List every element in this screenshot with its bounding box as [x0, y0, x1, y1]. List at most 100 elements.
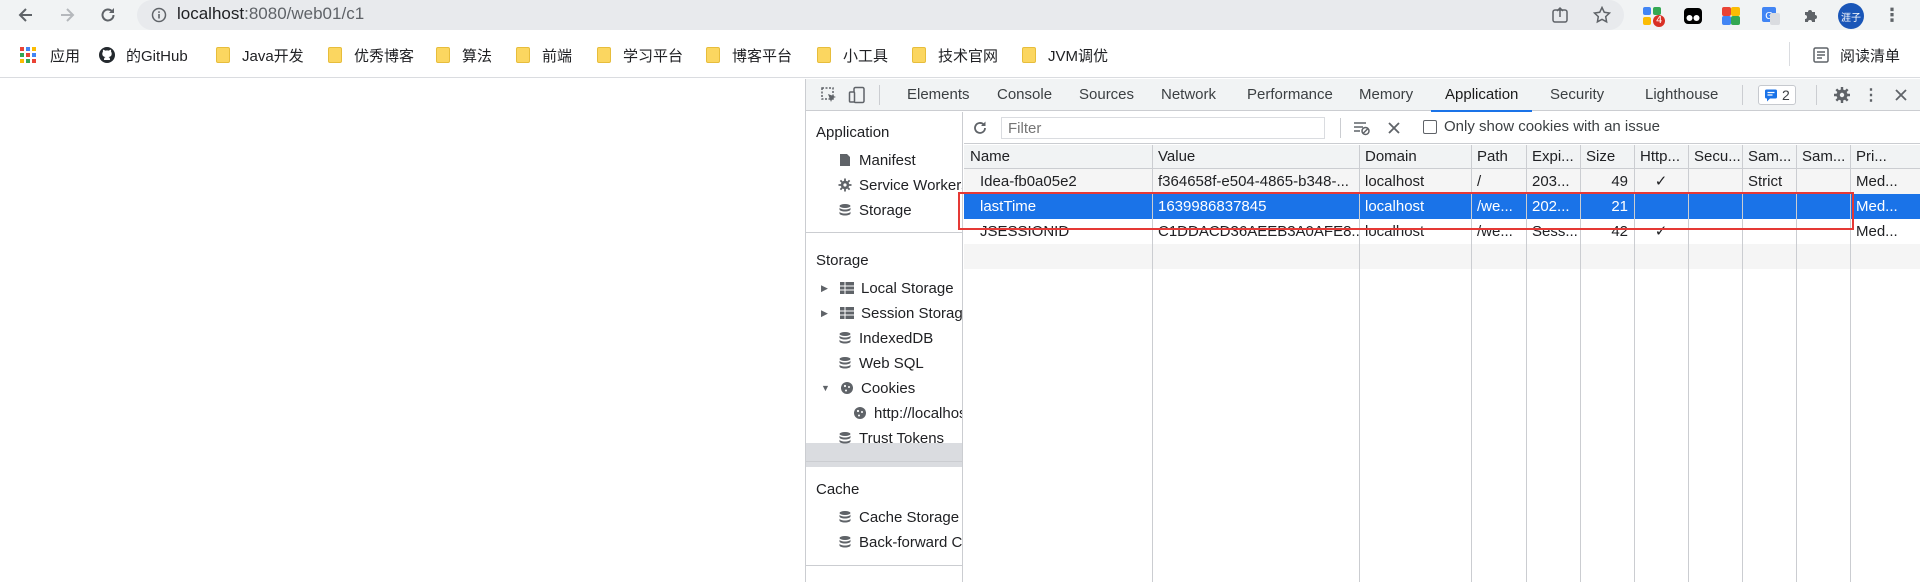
refresh-icon[interactable] — [968, 116, 992, 140]
column-header-domain[interactable]: Domain — [1359, 145, 1471, 169]
database-icon — [837, 430, 853, 446]
bookmark-folder-learning[interactable]: 学习平台 — [597, 44, 683, 66]
cell-priority: Med... — [1856, 173, 1898, 190]
share-icon[interactable] — [1548, 3, 1572, 27]
bookmark-folder-java[interactable]: Java开发 — [216, 44, 304, 66]
tab-performance[interactable]: Performance — [1247, 79, 1333, 111]
toolbar-separator — [1340, 118, 1341, 138]
url-path: :8080/web01/c1 — [244, 4, 365, 23]
apps-grid-icon — [20, 47, 36, 63]
close-devtools-icon[interactable] — [1889, 83, 1913, 107]
issues-counter-button[interactable]: 2 — [1758, 85, 1796, 105]
tab-network[interactable]: Network — [1161, 79, 1216, 111]
cookie-filter-input[interactable] — [1001, 117, 1325, 139]
address-bar[interactable]: localhost:8080/web01/c1 — [137, 0, 1624, 30]
profile-avatar[interactable]: 涯子 — [1838, 3, 1864, 29]
sidebar-item-cache-storage[interactable]: Cache Storage — [837, 505, 959, 529]
bookmark-label: Java开发 — [242, 47, 304, 65]
inspect-element-icon[interactable] — [817, 83, 841, 107]
sidebar-item-cookie-origin[interactable]: http://localhost:8080 — [852, 401, 962, 425]
column-header-samesite[interactable]: Sam... — [1742, 145, 1796, 169]
bookmark-folder-official-sites[interactable]: 技术官网 — [912, 44, 998, 66]
column-header-http[interactable]: Http... — [1634, 145, 1688, 169]
extension-badge-count: 4 — [1653, 15, 1666, 27]
settings-gear-icon[interactable] — [1830, 83, 1854, 107]
color-extension-icon[interactable] — [1718, 3, 1744, 29]
tab-memory[interactable]: Memory — [1359, 79, 1413, 111]
folder-icon — [706, 47, 720, 63]
sidebar-item-label: Cache Storage — [859, 508, 960, 526]
tampermonkey-icon[interactable] — [1680, 3, 1706, 29]
browser-menu-icon[interactable]: ⋮ — [1880, 3, 1904, 27]
sidebar-item-web-sql[interactable]: Web SQL — [837, 351, 924, 375]
tab-lighthouse[interactable]: Lighthouse — [1645, 79, 1718, 111]
forward-arrow-icon[interactable] — [53, 1, 81, 29]
bookmark-apps[interactable]: 应用 — [20, 44, 80, 66]
bookmark-folder-blog-platforms[interactable]: 博客平台 — [706, 44, 792, 66]
sidebar-item-service-workers[interactable]: Service Workers — [837, 173, 962, 197]
bookmarks-bar: 应用 的GitHub Java开发 优秀博客 算法 前端 学习平台 博客平台 小… — [0, 30, 1920, 78]
sidebar-item-manifest[interactable]: Manifest — [837, 148, 916, 172]
tab-elements[interactable]: Elements — [907, 79, 970, 111]
tabbar-separator — [1816, 85, 1817, 105]
device-toolbar-icon[interactable] — [845, 83, 869, 107]
bookmark-folder-frontend[interactable]: 前端 — [516, 44, 572, 66]
column-header-value[interactable]: Value — [1152, 145, 1359, 169]
clear-filtered-cookies-icon[interactable] — [1350, 116, 1374, 140]
cell-sameparty — [1796, 169, 1850, 194]
bookmarks-divider — [1789, 42, 1790, 66]
column-header-priority[interactable]: Pri... — [1850, 145, 1920, 169]
folder-icon — [817, 47, 831, 63]
extensions-puzzle-icon[interactable] — [1798, 3, 1824, 29]
sidebar-item-cookies[interactable]: ▼ Cookies — [821, 376, 915, 400]
tab-console[interactable]: Console — [997, 79, 1052, 111]
bookmark-folder-tools[interactable]: 小工具 — [817, 44, 888, 66]
customize-menu-icon[interactable]: ⋮ — [1859, 83, 1883, 107]
bookmark-label: 小工具 — [843, 47, 889, 65]
expand-triangle-icon[interactable]: ▶ — [821, 308, 831, 319]
delete-selected-icon[interactable] — [1382, 116, 1406, 140]
sidebar-item-label: Storage — [859, 201, 912, 219]
reload-icon[interactable] — [94, 1, 122, 29]
tab-security[interactable]: Security — [1550, 79, 1604, 111]
checkbox-box[interactable] — [1423, 119, 1437, 134]
only-issues-label: Only show cookies with an issue — [1444, 118, 1660, 135]
sidebar-item-indexeddb[interactable]: IndexedDB — [837, 326, 933, 350]
bookmark-folder-blogs[interactable]: 优秀博客 — [328, 44, 414, 66]
tab-sources[interactable]: Sources — [1079, 79, 1134, 111]
sidebar-item-back-forward-cache[interactable]: Back-forward Cache — [837, 530, 962, 554]
cell-name: JSESSIONID — [980, 223, 1070, 240]
sidebar-divider — [806, 232, 962, 233]
column-header-path[interactable]: Path — [1471, 145, 1526, 169]
column-header-secure[interactable]: Secu... — [1688, 145, 1742, 169]
cell-size: 21 — [1611, 198, 1628, 215]
sidebar-item-label: Manifest — [859, 151, 916, 169]
database-icon — [837, 330, 853, 346]
cookie-table: Name Value Domain Path Expi... Size Http... Sec… — [964, 145, 1920, 582]
bookmark-folder-algorithms[interactable]: 算法 — [436, 44, 492, 66]
sidebar-item-storage[interactable]: Storage — [837, 198, 912, 222]
cell-secure — [1688, 169, 1742, 194]
cell-domain: localhost — [1365, 198, 1425, 215]
column-header-size[interactable]: Size — [1580, 145, 1634, 169]
google-translate-icon[interactable]: G — [1758, 3, 1784, 29]
extension-puzzle-badge-icon[interactable]: 4 — [1639, 3, 1666, 29]
sidebar-item-local-storage[interactable]: ▶ Local Storage — [821, 276, 954, 300]
column-header-sameparty[interactable]: Sam... — [1796, 145, 1850, 169]
tab-application[interactable]: Application — [1430, 79, 1533, 112]
expand-triangle-icon[interactable]: ▶ — [821, 283, 831, 294]
back-arrow-icon[interactable] — [12, 1, 40, 29]
reading-list-button[interactable]: 阅读清单 — [1812, 44, 1900, 66]
collapse-triangle-icon[interactable]: ▼ — [821, 383, 831, 393]
devtools-panel: Elements Console Sources Network Perform… — [805, 79, 1920, 582]
only-issues-checkbox[interactable]: Only show cookies with an issue — [1423, 118, 1660, 135]
reading-list-label: 阅读清单 — [1840, 47, 1901, 65]
sidebar-item-trust-tokens[interactable]: Trust Tokens — [837, 426, 944, 450]
bookmark-github[interactable]: 的GitHub — [98, 44, 188, 66]
bookmark-star-icon[interactable] — [1590, 3, 1614, 27]
column-header-expires[interactable]: Expi... — [1526, 145, 1580, 169]
bookmark-folder-jvm[interactable]: JVM调优 — [1022, 44, 1108, 66]
sidebar-item-session-storage[interactable]: ▶ Session Storage — [821, 301, 962, 325]
site-info-icon[interactable] — [149, 5, 169, 25]
column-header-name[interactable]: Name — [964, 145, 1152, 169]
